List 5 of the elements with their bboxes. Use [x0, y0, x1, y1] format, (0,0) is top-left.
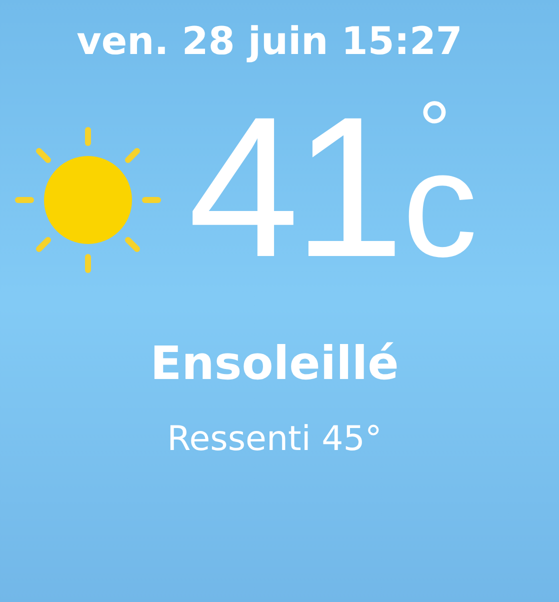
feels-like-temperature: Ressenti 45°	[167, 422, 382, 456]
sun-icon	[13, 125, 163, 275]
temperature: 41	[188, 98, 398, 278]
date-time: ven. 28 juin 15:27	[76, 22, 462, 60]
weather-condition: Ensoleillé	[150, 340, 399, 386]
